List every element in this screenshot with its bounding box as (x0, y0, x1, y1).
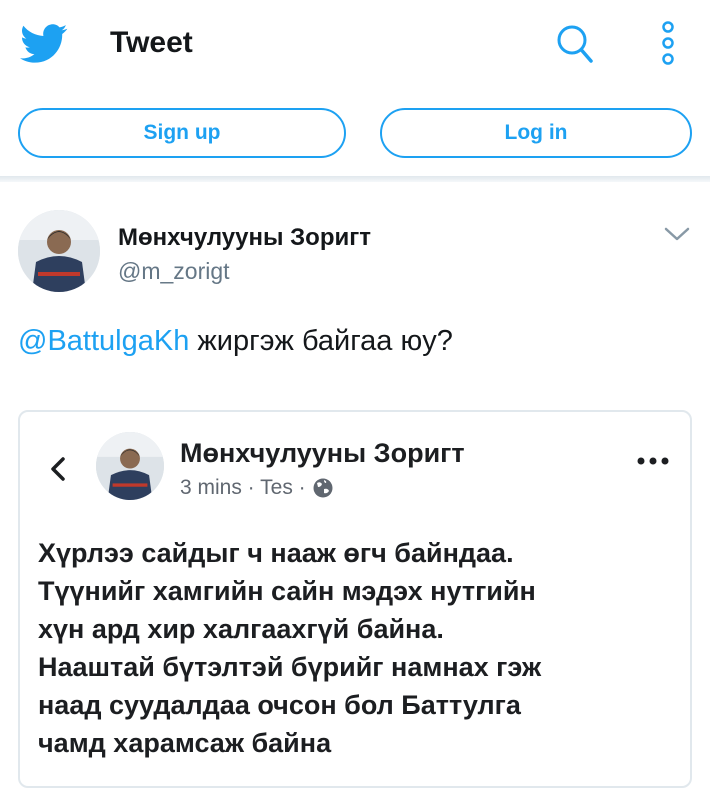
more-horizontal-icon[interactable] (636, 454, 670, 468)
page-title: Tweet (110, 26, 193, 59)
post-line: хүн ард хир халгаахгүй байна. (38, 614, 444, 644)
sign-up-button[interactable]: Sign up (18, 108, 346, 158)
section-divider (0, 176, 710, 182)
author-name[interactable]: Мөнхчулууны Зоригт (118, 224, 371, 252)
more-vertical-icon[interactable] (655, 18, 681, 68)
tweet-body: жиргэж байгаа юу? (189, 325, 453, 357)
top-bar: Tweet (0, 0, 710, 90)
post-body: Хүрлээ сайдыг ч нааж өгч байндаа. Түүний… (38, 534, 668, 762)
post-meta: 3 mins · Tes · (180, 476, 334, 500)
log-in-button[interactable]: Log in (380, 108, 692, 158)
author-avatar[interactable] (18, 210, 100, 292)
post-line: Хүрлээ сайдыг ч нааж өгч байндаа. (38, 538, 514, 568)
twitter-bird-icon[interactable] (20, 24, 68, 64)
post-line: наад суудалдаа очсон бол Баттулга (38, 690, 521, 720)
post-line: Түүнийг хамгийн сайн мэдэх нутгийн (38, 576, 536, 606)
mention-link[interactable]: @BattulgaKh (18, 325, 189, 357)
embedded-post-card[interactable]: Мөнхчулууны Зоригт 3 mins · Tes · Хүрлээ… (18, 410, 692, 788)
chevron-down-icon[interactable] (662, 224, 692, 244)
globe-icon (313, 478, 333, 498)
search-icon[interactable] (555, 22, 595, 64)
post-author-name[interactable]: Мөнхчулууны Зоригт (180, 438, 465, 469)
post-line: чамд харамсаж байна (38, 728, 332, 758)
tweet-text: @BattulgaKh жиргэж байгаа юу? (18, 325, 453, 358)
chevron-left-icon[interactable] (48, 454, 68, 484)
post-line: Нааштай бүтэлтэй бүрийг намнах гэж (38, 652, 542, 682)
person-photo-icon (18, 210, 100, 292)
post-timestamp: 3 mins · Tes · (180, 476, 306, 499)
author-handle[interactable]: @m_zorigt (118, 258, 230, 285)
person-photo-icon (96, 432, 164, 500)
post-author-avatar[interactable] (96, 432, 164, 500)
